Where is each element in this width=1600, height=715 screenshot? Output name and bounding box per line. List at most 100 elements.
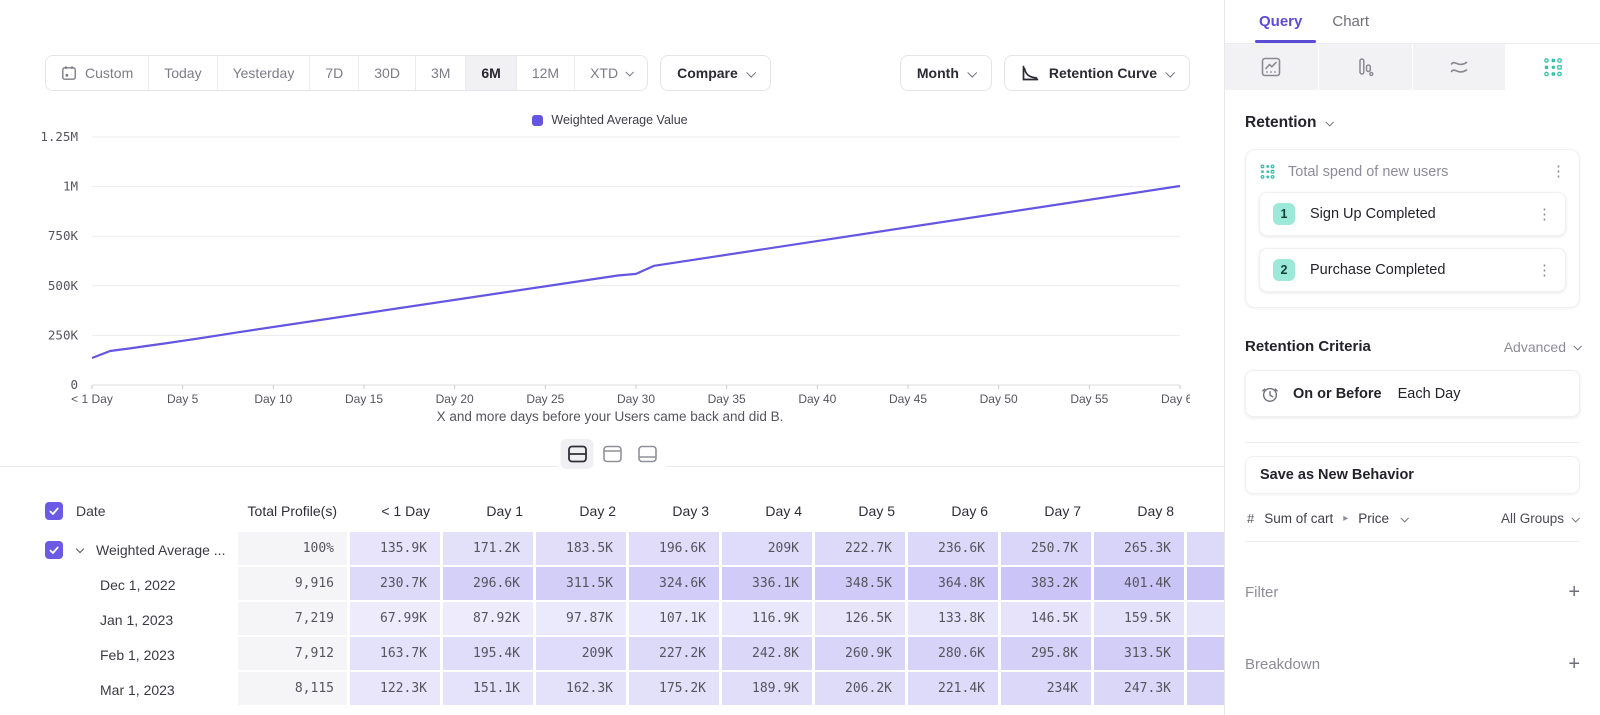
tab-chart[interactable]: Chart <box>1332 0 1369 43</box>
expand-chevron-icon[interactable] <box>76 544 84 552</box>
header-day-3: Day 3 <box>629 503 722 519</box>
legend-swatch <box>532 115 543 126</box>
layout-table-focus-button[interactable] <box>631 439 664 469</box>
x-axis-tick: Day 45 <box>889 392 927 406</box>
range-3m[interactable]: 3M <box>416 56 466 90</box>
retention-line-chart: 1.25M1M750K500K250K0< 1 DayDay 5Day 10Da… <box>30 130 1190 406</box>
measure-property: Price <box>1358 511 1389 526</box>
heat-cell: 189.9K <box>722 672 815 707</box>
heat-cell: 222.7K <box>815 532 908 567</box>
range-label: Custom <box>85 65 133 81</box>
row-label-cell: Dec 1, 2022 <box>0 567 238 602</box>
compare-label: Compare <box>677 65 738 81</box>
header-total-profile-s-: Total Profile(s) <box>238 503 350 519</box>
criteria-condition-button[interactable]: On or Before Each Day <box>1245 370 1580 417</box>
range-30d[interactable]: 30D <box>359 56 416 90</box>
chevron-down-icon <box>1165 67 1175 77</box>
row-checkbox[interactable] <box>45 502 63 520</box>
behavior-menu-button[interactable]: ⋮ <box>1551 164 1566 179</box>
range-7d[interactable]: 7D <box>310 56 359 90</box>
y-axis-tick: 750K <box>48 228 79 243</box>
criteria-title: Retention Criteria <box>1245 338 1371 355</box>
insights-tab[interactable] <box>1225 44 1319 90</box>
chevron-down-icon <box>1326 118 1334 126</box>
header-date: Date <box>0 502 238 520</box>
compare-button[interactable]: Compare <box>660 55 771 91</box>
tab-query[interactable]: Query <box>1259 0 1302 43</box>
range-12m[interactable]: 12M <box>517 56 575 90</box>
split-top-icon <box>600 444 624 464</box>
row-label: Mar 1, 2023 <box>100 682 175 698</box>
toolbar: Custom Today Yesterday7D30D3M6M12MXTD Comp… <box>45 55 1190 91</box>
heat-cell: 221.4K <box>908 672 1001 707</box>
range-today[interactable]: Today <box>149 56 217 90</box>
retention-tab[interactable] <box>1506 44 1600 90</box>
add-filter-button[interactable]: + <box>1568 582 1580 602</box>
layout-chart-focus-button[interactable] <box>596 439 629 469</box>
all-groups-dropdown[interactable]: All Groups <box>1501 511 1578 526</box>
advanced-dropdown[interactable]: Advanced <box>1504 339 1580 355</box>
heat-cell: 230.7K <box>350 567 443 602</box>
breakdown-row: Breakdown + <box>1245 654 1580 674</box>
funnels-tab[interactable] <box>1319 44 1413 90</box>
heat-cell: 383.2K <box>1001 567 1094 602</box>
range-label: Today <box>164 65 201 81</box>
x-axis-tick: Day 35 <box>708 392 746 406</box>
heat-cell: 209K <box>536 637 629 672</box>
total-profiles-cell: 7,912 <box>238 637 350 672</box>
split-even-icon <box>565 444 589 464</box>
heat-cell: 247.3K <box>1094 672 1187 707</box>
table-row[interactable]: Jan 1, 20237,21967.99K87.92K97.87K107.1K… <box>0 602 1224 637</box>
heat-cell: 195.4K <box>443 637 536 672</box>
heat-cell: 107.1K <box>629 602 722 637</box>
table-row[interactable]: Weighted Average ...100%135.9K171.2K183.… <box>0 532 1224 567</box>
heat-cell: 236.6K <box>908 532 1001 567</box>
x-axis-tick: Day 50 <box>980 392 1018 406</box>
save-as-new-behavior-button[interactable]: Save as New Behavior <box>1245 456 1580 494</box>
add-breakdown-button[interactable]: + <box>1568 654 1580 674</box>
y-axis-tick: 500K <box>48 278 79 293</box>
flows-tab[interactable] <box>1413 44 1507 90</box>
y-axis-tick: 250K <box>48 327 79 342</box>
retention-section-dropdown[interactable]: Retention <box>1245 114 1580 132</box>
heat-cell-clipped <box>1187 637 1224 672</box>
step-menu-button[interactable]: ⋮ <box>1537 207 1552 222</box>
date-range-group: Custom Today Yesterday7D30D3M6M12MXTD <box>45 55 648 91</box>
range-custom[interactable]: Custom <box>46 56 149 90</box>
x-axis-tick: < 1 Day <box>71 392 113 406</box>
step-label: Purchase Completed <box>1310 262 1445 278</box>
breakdown-label: Breakdown <box>1245 656 1320 673</box>
condition-value: Each Day <box>1398 386 1461 402</box>
behavior-step-1[interactable]: 1 Sign Up Completed ⋮ <box>1259 192 1566 236</box>
range-xtd[interactable]: XTD <box>575 56 647 90</box>
heat-cell: 348.5K <box>815 567 908 602</box>
layout-split-even-button[interactable] <box>561 439 594 469</box>
table-row[interactable]: Dec 1, 20229,916230.7K296.6K311.5K324.6K… <box>0 567 1224 602</box>
range-6m[interactable]: 6M <box>466 56 516 90</box>
heat-cell: 227.2K <box>629 637 722 672</box>
step-menu-button[interactable]: ⋮ <box>1537 263 1552 278</box>
heat-cell: 260.9K <box>815 637 908 672</box>
heat-cell: 97.87K <box>536 602 629 637</box>
heat-cell: 175.2K <box>629 672 722 707</box>
step-number-badge: 1 <box>1273 203 1295 225</box>
table-row[interactable]: Mar 1, 20238,115122.3K151.1K162.3K175.2K… <box>0 672 1224 707</box>
table-row[interactable]: Feb 1, 20237,912163.7K195.4K209K227.2K24… <box>0 637 1224 672</box>
header--1-day: < 1 Day <box>350 503 443 519</box>
step-label: Sign Up Completed <box>1310 206 1436 222</box>
toolbar-right: Month Retention Curve <box>888 55 1190 91</box>
retention-icon <box>1542 56 1564 78</box>
chart-type-button[interactable]: Retention Curve <box>1004 55 1190 91</box>
alarm-clock-icon <box>1260 384 1280 404</box>
row-checkbox[interactable] <box>45 541 63 559</box>
heat-cell: 183.5K <box>536 532 629 567</box>
legend-item[interactable]: Weighted Average Value <box>532 113 687 127</box>
range-yesterday[interactable]: Yesterday <box>218 56 311 90</box>
granularity-button[interactable]: Month <box>900 55 992 91</box>
heat-cell: 162.3K <box>536 672 629 707</box>
heat-cell: 295.8K <box>1001 637 1094 672</box>
number-property-icon: # <box>1247 511 1254 526</box>
behavior-step-2[interactable]: 2Purchase Completed⋮ <box>1259 248 1566 292</box>
funnels-icon <box>1354 56 1376 78</box>
retention-series-line[interactable] <box>92 186 1180 358</box>
